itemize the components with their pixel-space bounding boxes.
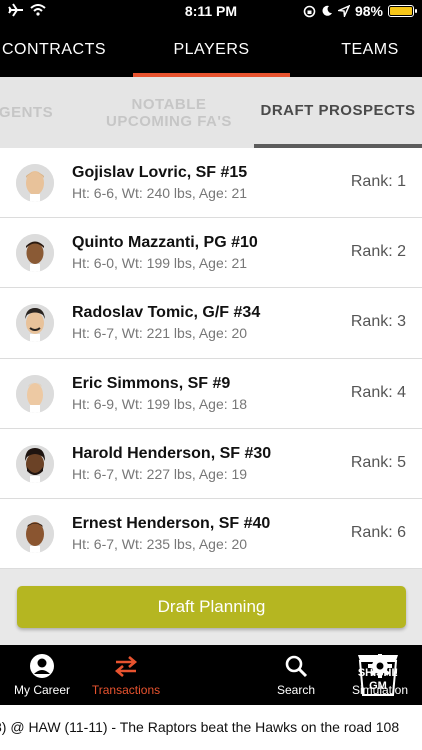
- player-name: Eric Simmons, SF #9: [72, 374, 231, 392]
- subtab-notable-upcoming-fas[interactable]: NOTABLE UPCOMING FA'S: [96, 77, 242, 148]
- player-info: Ht: 6-7, Wt: 221 lbs, Age: 20: [72, 325, 248, 342]
- battery-fill: [390, 7, 412, 15]
- nav-label: Simulation: [351, 683, 409, 697]
- status-bar: 8:11 PM 98%: [0, 0, 422, 22]
- player-avatar: [16, 304, 54, 343]
- prospect-list: Gojislav Lovric, SF #15 Ht: 6-6, Wt: 240…: [0, 148, 422, 570]
- swap-arrows-icon: [114, 656, 138, 677]
- list-item[interactable]: Eric Simmons, SF #9 Ht: 6-9, Wt: 199 lbs…: [0, 359, 422, 429]
- location-arrow-icon: [337, 5, 350, 17]
- nav-simulation[interactable]: Simulation: [338, 645, 422, 705]
- player-avatar: [16, 164, 54, 202]
- news-ticker[interactable]: 8) @ HAW (11-11) - The Raptors beat the …: [0, 705, 422, 750]
- player-name: Gojislav Lovric, SF #15: [72, 164, 248, 181]
- player-info: Ht: 6-7, Wt: 227 lbs, Age: 19: [72, 465, 248, 482]
- player-name: Quinto Mazzanti, PG #10: [72, 234, 258, 252]
- tab-teams[interactable]: TEAMS: [318, 22, 422, 77]
- list-item[interactable]: Harold Henderson, SF #30 Ht: 6-7, Wt: 22…: [0, 429, 422, 499]
- gear-icon: [368, 654, 392, 678]
- player-info: Ht: 6-7, Wt: 235 lbs, Age: 20: [72, 535, 248, 552]
- nav-my-career[interactable]: My Career: [0, 645, 84, 705]
- player-rank: Rank: 5: [350, 453, 406, 471]
- player-rank: Rank: 3: [350, 313, 406, 331]
- subtab-draft-prospects[interactable]: DRAFT PROSPECTS: [254, 77, 422, 148]
- player-avatar: [16, 374, 54, 413]
- sub-tabs: GENTS NOTABLE UPCOMING FA'S DRAFT PROSPE…: [0, 77, 422, 148]
- player-info: Ht: 6-9, Wt: 199 lbs, Age: 18: [72, 395, 248, 412]
- action-area: Draft Planning: [0, 569, 422, 645]
- list-item[interactable]: Radoslav Tomic, G/F #34 Ht: 6-7, Wt: 221…: [0, 288, 422, 359]
- nav-transactions[interactable]: Transactions: [84, 645, 168, 705]
- battery-icon: [388, 5, 417, 17]
- rotation-lock-icon: [303, 5, 316, 17]
- nav-home-logo[interactable]: SHISHI! GM: [168, 645, 398, 705]
- list-item[interactable]: Ernest Henderson, SF #40 Ht: 6-7, Wt: 23…: [0, 499, 422, 570]
- search-icon: [285, 655, 308, 678]
- player-avatar: [16, 514, 54, 553]
- tab-players[interactable]: PLAYERS: [133, 22, 290, 77]
- player-rank: Rank: 1: [350, 173, 406, 190]
- player-rank: Rank: 6: [350, 523, 406, 541]
- player-rank: Rank: 4: [350, 383, 406, 401]
- bottom-nav: My Career Transactions SHISHI! GM Search…: [0, 645, 422, 705]
- player-info: Ht: 6-6, Wt: 240 lbs, Age: 21: [72, 185, 248, 201]
- list-item[interactable]: Quinto Mazzanti, PG #10 Ht: 6-0, Wt: 199…: [0, 218, 422, 289]
- nav-label: Transactions: [91, 683, 161, 697]
- top-tabs: CONTRACTS PLAYERS TEAMS: [0, 22, 422, 77]
- tab-contracts[interactable]: CONTRACTS: [0, 22, 108, 77]
- player-name: Radoslav Tomic, G/F #34: [72, 304, 261, 322]
- nav-label: My Career: [13, 683, 70, 697]
- player-name: Harold Henderson, SF #30: [72, 444, 272, 462]
- nav-search[interactable]: Search: [254, 645, 338, 705]
- player-avatar: [16, 444, 54, 483]
- subtab-free-agents[interactable]: GENTS: [0, 77, 58, 148]
- draft-planning-button[interactable]: Draft Planning: [17, 586, 406, 628]
- nav-label: Search: [276, 683, 316, 697]
- player-name: Ernest Henderson, SF #40: [72, 514, 271, 532]
- player-rank: Rank: 2: [350, 243, 406, 261]
- list-item[interactable]: Gojislav Lovric, SF #15 Ht: 6-6, Wt: 240…: [0, 148, 422, 219]
- player-avatar: [16, 234, 54, 273]
- ticker-text: 8) @ HAW (11-11) - The Raptors beat the …: [0, 719, 400, 735]
- player-info: Ht: 6-0, Wt: 199 lbs, Age: 21: [72, 255, 248, 272]
- battery-percent: 98%: [354, 3, 383, 19]
- status-right: 98%: [303, 3, 417, 19]
- person-circle-icon: [30, 654, 54, 678]
- moon-icon: [322, 5, 332, 16]
